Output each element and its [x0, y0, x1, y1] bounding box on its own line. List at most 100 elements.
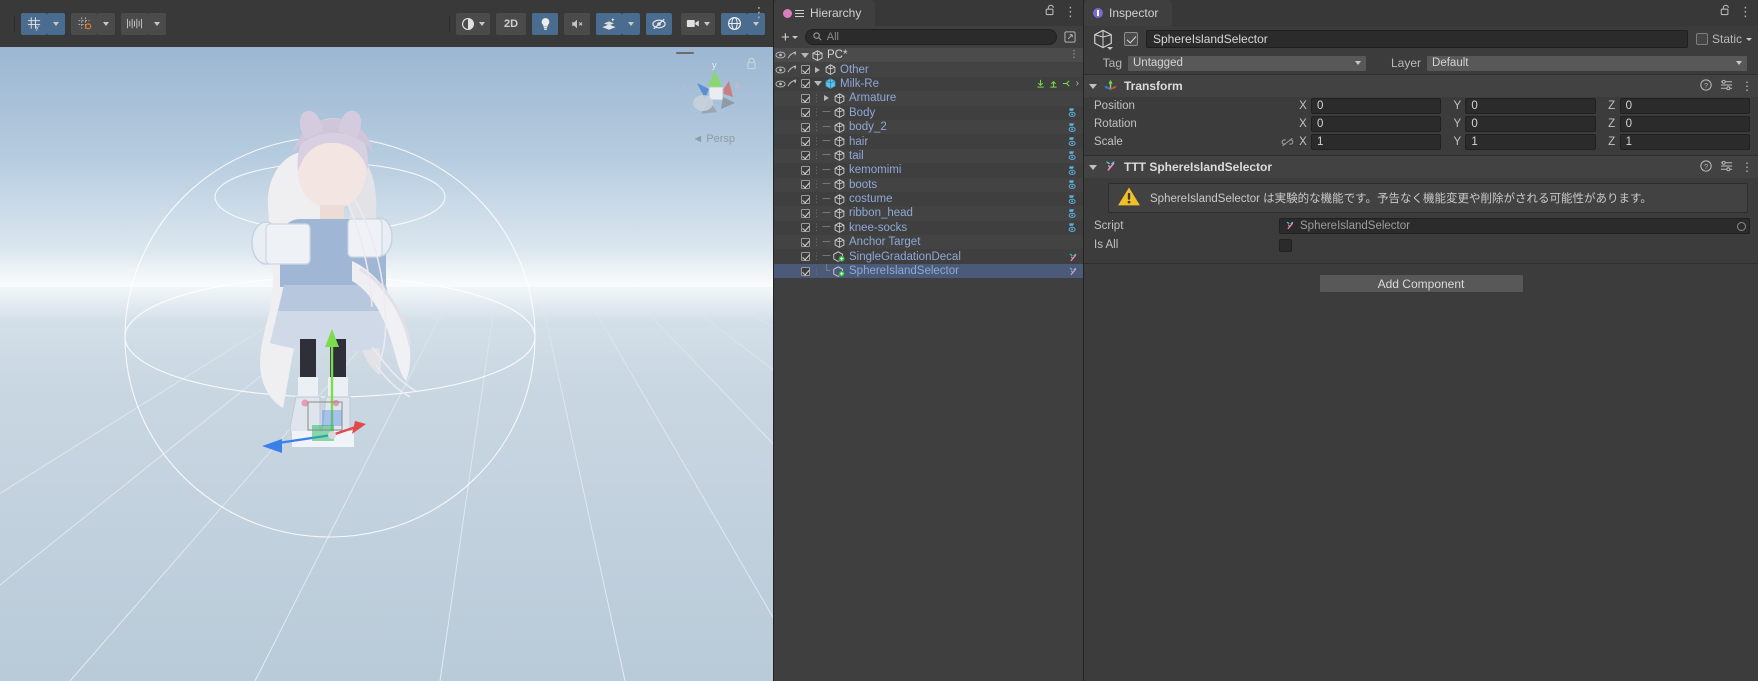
row-visibility-icon[interactable]	[1068, 194, 1079, 205]
hierarchy-row-body[interactable]: ⋮ ─ Body	[774, 105, 1083, 120]
transform-move-gizmo[interactable]	[0, 47, 773, 681]
add-component-button[interactable]: Add Component	[1318, 274, 1524, 293]
hierarchy-row-boots[interactable]: ⋮ ─ boots	[774, 177, 1083, 192]
row-expand-toggle[interactable]	[821, 95, 832, 102]
transform-foldout-icon[interactable]	[1089, 83, 1097, 89]
hierarchy-row-anchor-target[interactable]: ⋮ ─ Anchor Target	[774, 235, 1083, 250]
viewport-drag-handle[interactable]	[676, 52, 694, 54]
scene-lock-icon[interactable]	[746, 57, 757, 73]
transform-position-x-field[interactable]: 0	[1311, 98, 1442, 114]
row-active-checkbox[interactable]	[799, 223, 812, 233]
transform-rotation-z-field[interactable]: 0	[1619, 116, 1750, 132]
object-enabled-checkbox[interactable]	[1124, 32, 1138, 46]
grid-visibility-dropdown[interactable]	[47, 12, 65, 35]
snap-increment-group[interactable]	[121, 12, 166, 35]
row-active-checkbox[interactable]	[799, 79, 812, 89]
grid-visibility-group[interactable]: y	[21, 12, 65, 35]
2d-toggle-button[interactable]: 2D	[496, 12, 526, 35]
hierarchy-sort-icon[interactable]	[1061, 29, 1079, 45]
row-expand-toggle[interactable]	[812, 66, 823, 73]
prefab-controls[interactable]: ›	[1036, 79, 1079, 89]
transform-rotation-y-field[interactable]: 0	[1465, 116, 1596, 132]
row-visibility-icon[interactable]	[1068, 208, 1079, 219]
hierarchy-scene-row[interactable]: PC* ⋮	[774, 48, 1083, 63]
row-active-checkbox[interactable]	[799, 266, 812, 276]
row-active-checkbox[interactable]	[799, 137, 812, 147]
transform-position-z-field[interactable]: 0	[1619, 98, 1750, 114]
row-active-checkbox[interactable]	[799, 180, 812, 190]
snap-increment-icon[interactable]	[121, 12, 148, 35]
row-active-checkbox[interactable]	[799, 108, 812, 118]
row-visibility-icon[interactable]	[1068, 150, 1079, 161]
row-visibility-icon[interactable]	[1068, 165, 1079, 176]
effects-group[interactable]	[596, 12, 640, 35]
hierarchy-lock-icon[interactable]	[1045, 4, 1055, 19]
hierarchy-row-hair[interactable]: ⋮ ─ hair	[774, 134, 1083, 149]
hierarchy-row-costume[interactable]: ⋮ ─ costume	[774, 191, 1083, 207]
hierarchy-row-armature[interactable]: ⋮ Armature	[774, 91, 1083, 106]
tab-hierarchy[interactable]: Hierarchy	[774, 0, 876, 26]
hierarchy-row-singlegradationdecal[interactable]: ⋮ ─ SingleGradationDecal	[774, 249, 1083, 264]
tab-inspector[interactable]: Inspector	[1084, 0, 1173, 26]
row-expand-toggle[interactable]	[812, 81, 823, 87]
grid-snapping-group[interactable]	[71, 12, 115, 35]
row-visibility-icon[interactable]	[1068, 107, 1079, 118]
visibility-toggle-icon[interactable]	[774, 80, 786, 88]
preset-icon[interactable]	[1720, 160, 1733, 175]
draw-mode-group[interactable]	[456, 12, 490, 35]
effects-dropdown[interactable]	[622, 12, 640, 35]
transform-scale-x-field[interactable]: 1	[1311, 134, 1442, 150]
row-active-checkbox[interactable]	[799, 208, 812, 218]
ttt-component-menu-icon[interactable]: ⋮	[1741, 161, 1753, 173]
row-active-checkbox[interactable]	[799, 122, 812, 132]
hierarchy-row-kemomimi[interactable]: ⋮ ─ kemomimi	[774, 163, 1083, 178]
transform-rotation-x-field[interactable]: 0	[1311, 116, 1442, 132]
grid-snap-icon[interactable]	[71, 12, 97, 35]
transform-scale-z-field[interactable]: 1	[1619, 134, 1750, 150]
hierarchy-row-knee-socks[interactable]: ⋮ ─ knee-socks	[774, 220, 1083, 236]
row-active-checkbox[interactable]	[799, 93, 812, 103]
effects-icon[interactable]	[596, 12, 622, 35]
search-input[interactable]: All	[804, 29, 1057, 45]
ttt-component-header[interactable]: TTT SphereIslandSelector ? ⋮	[1084, 156, 1758, 178]
hierarchy-row-sphereislandselector[interactable]: ⋮ └ SphereIslandSelector	[774, 263, 1083, 279]
visibility-off-icon[interactable]	[646, 12, 672, 35]
visibility-toggle-icon[interactable]	[774, 51, 786, 59]
shading-mode-icon[interactable]	[456, 12, 490, 35]
hierarchy-row-ribbon-head[interactable]: ⋮ ─ ribbon_head	[774, 206, 1083, 221]
script-object-field[interactable]: SphereIslandSelector	[1279, 218, 1750, 234]
inspector-menu-icon[interactable]: ⋮	[1739, 5, 1752, 18]
transform-position-y-field[interactable]: 0	[1465, 98, 1596, 114]
hierarchy-row-body-2[interactable]: ⋮ ─ body_2	[774, 119, 1083, 135]
audio-mute-icon[interactable]	[564, 12, 590, 35]
row-active-checkbox[interactable]	[799, 194, 812, 204]
pickability-toggle-icon[interactable]	[786, 65, 799, 74]
row-active-checkbox[interactable]	[799, 252, 812, 262]
gizmos-icon[interactable]	[721, 12, 747, 35]
hierarchy-tree[interactable]: PC* ⋮ Other Milk-Re › ⋮ Armature ⋮ ─ Body	[774, 48, 1083, 681]
scene-orientation-gizmo[interactable]: y x z	[679, 57, 751, 129]
row-active-checkbox[interactable]	[799, 237, 812, 247]
row-visibility-icon[interactable]	[1068, 122, 1079, 133]
object-picker-icon[interactable]	[1737, 222, 1746, 231]
hierarchy-row-other[interactable]: Other	[774, 62, 1083, 77]
row-active-checkbox[interactable]	[799, 165, 812, 175]
ttt-foldout-icon[interactable]	[1089, 164, 1097, 170]
hierarchy-menu-icon[interactable]: ⋮	[1064, 5, 1077, 18]
scene-camera-icon[interactable]	[681, 12, 715, 35]
tag-dropdown[interactable]: Untagged	[1127, 54, 1367, 72]
scene-viewport[interactable]: y x z ◄ Persp	[0, 47, 773, 681]
scene-overflow-menu-icon[interactable]: ⋮	[752, 4, 767, 21]
pickability-toggle-icon[interactable]	[786, 79, 799, 88]
chevron-down-icon[interactable]	[791, 35, 798, 39]
preset-icon[interactable]	[1720, 79, 1733, 94]
object-name-field[interactable]: SphereIslandSelector	[1146, 30, 1688, 48]
static-toggle-group[interactable]: Static	[1695, 32, 1752, 46]
static-dropdown-icon[interactable]	[1746, 37, 1752, 41]
scene-expand-toggle[interactable]	[799, 52, 810, 58]
hierarchy-row-milk-re[interactable]: Milk-Re ›	[774, 76, 1083, 92]
hierarchy-row-tail[interactable]: ⋮ ─ tail	[774, 148, 1083, 164]
snap-increment-dropdown[interactable]	[148, 12, 166, 35]
is-all-checkbox[interactable]	[1279, 238, 1292, 252]
pickability-toggle-icon[interactable]	[786, 51, 799, 60]
